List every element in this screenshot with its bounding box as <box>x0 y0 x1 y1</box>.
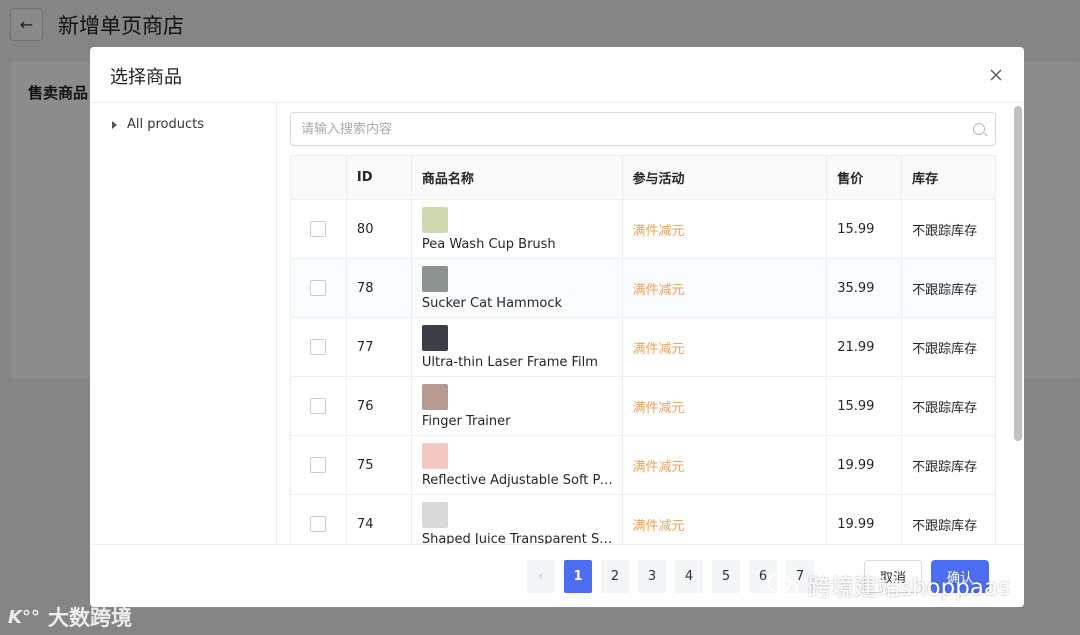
row-name-cell: Reflective Adjustable Soft Pa... <box>412 436 623 494</box>
row-activity: 满件减元 <box>623 259 828 317</box>
scrollbar[interactable] <box>1014 104 1022 541</box>
watermark-right: 跨境建站shoppaas <box>766 568 1010 602</box>
row-activity: 满件减元 <box>623 318 828 376</box>
row-price: 19.99 <box>827 436 903 494</box>
row-id: 75 <box>347 436 412 494</box>
product-name: Ultra-thin Laser Frame Film <box>421 354 598 370</box>
row-id: 80 <box>347 200 412 258</box>
table-header: ID 商品名称 参与活动 售价 库存 <box>291 156 995 200</box>
activity-label: 满件减元 <box>632 282 685 298</box>
activity-label: 满件减元 <box>632 400 685 416</box>
page-5-button[interactable]: 5 <box>712 560 740 593</box>
row-checkbox[interactable] <box>310 457 327 473</box>
product-thumbnail <box>421 383 448 410</box>
product-thumbnail <box>421 501 448 528</box>
row-checkbox[interactable] <box>310 339 327 355</box>
row-stock: 不跟踪库存 <box>912 459 978 475</box>
product-thumbnail <box>421 206 448 233</box>
tree-node-label: All products <box>127 117 205 132</box>
product-name: Sucker Cat Hammock <box>421 295 562 311</box>
row-stock: 不跟踪库存 <box>912 341 978 357</box>
page-1-button[interactable]: 1 <box>564 560 592 593</box>
page-2-button[interactable]: 2 <box>601 560 629 593</box>
row-name-cell: Sucker Cat Hammock <box>412 259 623 317</box>
row-check-cell <box>291 200 347 258</box>
row-id: 76 <box>347 377 412 435</box>
row-stock: 不跟踪库存 <box>912 223 978 239</box>
header-check <box>291 156 347 199</box>
tree-node-all-products[interactable]: All products <box>112 117 204 132</box>
caret-right-icon[interactable] <box>112 120 117 129</box>
activity-label: 满件减元 <box>632 223 685 239</box>
modal-body: All products ID 商品名称 参与活动 售价 库存 <box>90 103 1024 554</box>
wechat-icon <box>767 573 798 596</box>
scrollbar-thumb[interactable] <box>1014 106 1022 441</box>
row-name-cell: Pea Wash Cup Brush <box>412 200 623 258</box>
row-activity: 满件减元 <box>623 377 828 435</box>
row-check-cell <box>291 318 347 376</box>
activity-label: 满件减元 <box>632 459 685 475</box>
product-name: Pea Wash Cup Brush <box>421 236 556 252</box>
close-icon <box>990 69 1002 81</box>
product-table: ID 商品名称 参与活动 售价 库存 80 Pea Wash Cup Brush… <box>290 155 996 554</box>
table-row[interactable]: 75 Reflective Adjustable Soft Pa... 满件减元… <box>291 436 995 495</box>
row-checkbox[interactable] <box>310 516 327 532</box>
row-stock: 不跟踪库存 <box>912 400 978 416</box>
row-id: 77 <box>347 318 412 376</box>
row-id: 78 <box>347 259 412 317</box>
table-row[interactable]: 80 Pea Wash Cup Brush 满件减元 15.99 不跟踪库存 <box>291 200 995 259</box>
row-check-cell <box>291 436 347 494</box>
row-checkbox[interactable] <box>310 398 327 414</box>
watermark-left-text: 大数跨境 <box>47 606 132 630</box>
row-price: 15.99 <box>827 200 903 258</box>
row-checkbox[interactable] <box>310 280 327 296</box>
search-icon[interactable] <box>973 123 985 135</box>
header-id: ID <box>347 156 412 199</box>
row-price: 15.99 <box>827 377 903 435</box>
table-row[interactable]: 76 Finger Trainer 满件减元 15.99 不跟踪库存 <box>291 377 995 436</box>
row-activity: 满件减元 <box>623 436 828 494</box>
header-activity: 参与活动 <box>623 156 828 199</box>
product-list-panel: ID 商品名称 参与活动 售价 库存 80 Pea Wash Cup Brush… <box>290 112 996 554</box>
product-name: Reflective Adjustable Soft Pa... <box>421 472 614 488</box>
row-name-cell: Ultra-thin Laser Frame Film <box>412 318 623 376</box>
product-thumbnail <box>421 324 448 351</box>
activity-label: 满件减元 <box>632 518 685 534</box>
table-row[interactable]: 78 Sucker Cat Hammock 满件减元 35.99 不跟踪库存 <box>291 259 995 318</box>
page-3-button[interactable]: 3 <box>638 560 666 593</box>
row-price: 21.99 <box>827 318 903 376</box>
row-check-cell <box>291 377 347 435</box>
row-check-cell <box>291 259 347 317</box>
header-stock: 库存 <box>912 172 939 187</box>
close-button[interactable] <box>984 63 1008 87</box>
product-thumbnail <box>421 265 448 292</box>
row-stock: 不跟踪库存 <box>912 282 978 298</box>
row-activity: 满件减元 <box>623 200 828 258</box>
search-input[interactable] <box>291 113 951 145</box>
search-box <box>290 112 996 146</box>
watermark-logo: K°° <box>8 606 40 628</box>
chevron-left-icon: ‹ <box>538 569 544 584</box>
page-4-button[interactable]: 4 <box>675 560 703 593</box>
header-name-label: 商品名称 <box>421 172 474 187</box>
header-name: 商品名称 <box>412 156 623 199</box>
table-row[interactable]: 77 Ultra-thin Laser Frame Film 满件减元 21.9… <box>291 318 995 377</box>
row-checkbox[interactable] <box>310 221 327 237</box>
watermark-right-text: 跨境建站shoppaas <box>808 575 1011 601</box>
product-thumbnail <box>421 442 448 469</box>
activity-label: 满件减元 <box>632 341 685 357</box>
row-name-cell: Finger Trainer <box>412 377 623 435</box>
modal-header: 选择商品 <box>90 47 1024 103</box>
category-tree: All products <box>90 103 277 544</box>
prev-page-button[interactable]: ‹ <box>527 560 555 593</box>
product-name: Finger Trainer <box>421 413 511 429</box>
row-price: 35.99 <box>827 259 903 317</box>
modal-title: 选择商品 <box>110 67 182 88</box>
select-product-modal: 选择商品 All products ID 商品名 <box>90 47 1024 607</box>
header-price: 售价 <box>827 156 903 199</box>
watermark-left: K°° 大数跨境 <box>8 602 132 632</box>
